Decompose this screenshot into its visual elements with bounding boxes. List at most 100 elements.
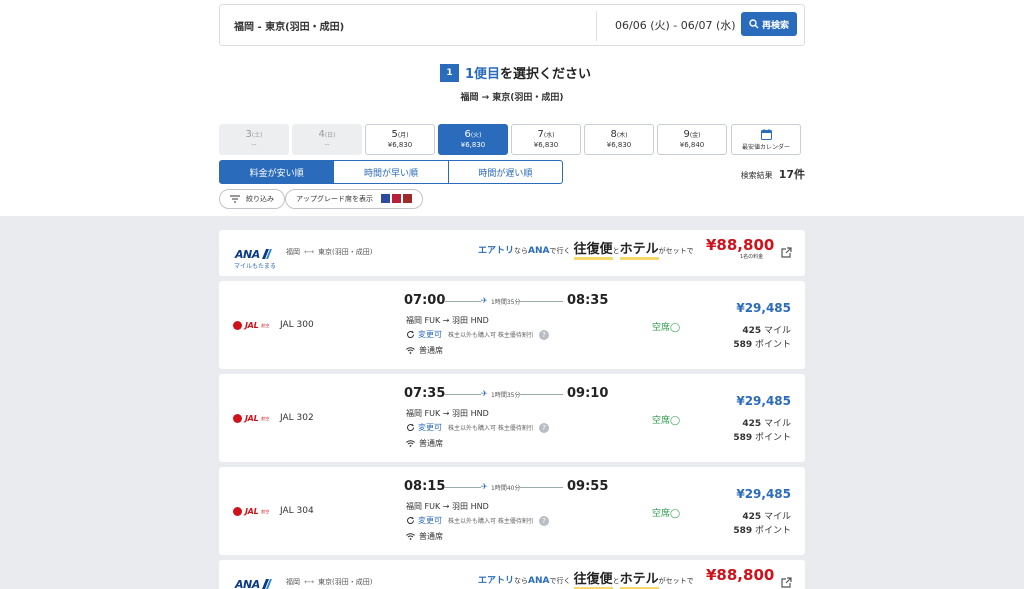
change-info: 変更可 株主以外も購入可 株主優待割引? <box>406 422 549 433</box>
sort-earliest-tab[interactable]: 時間が早い順 <box>334 160 449 184</box>
change-allowed-label: 変更可 <box>418 423 442 432</box>
date-tab-5[interactable]: 5(月) ¥6,830 <box>365 124 435 155</box>
refresh-icon <box>407 516 415 524</box>
promo-price: ¥88,800 <box>706 236 775 254</box>
step-route: 福岡 → 東京(羽田・成田) <box>460 93 564 103</box>
help-icon[interactable]: ? <box>538 515 549 526</box>
arrival-time: 09:10 <box>567 386 609 401</box>
search-route[interactable]: 福岡 - 東京(羽田・成田) <box>234 18 344 33</box>
flight-duration: 1時間35分 <box>491 299 521 306</box>
departure-time: 08:15 <box>404 479 446 494</box>
search-dates[interactable]: 06/06 (火) - 06/07 (水) <box>615 17 736 33</box>
wifi-icon <box>406 440 415 447</box>
flight-number: JAL 302 <box>280 413 314 423</box>
first-seat-icon <box>392 193 401 203</box>
miles-link[interactable]: マイルもたまる <box>234 261 276 270</box>
arrival-time: 09:55 <box>567 479 609 494</box>
date-tab-6[interactable]: 6(火) ¥6,830 <box>438 124 508 155</box>
date-tab-day: 4(日) <box>318 129 336 140</box>
date-tab-price: ¥6,830 <box>387 141 413 149</box>
fare-price[interactable]: ¥29,485 <box>736 487 791 501</box>
flight-card[interactable]: JAL 航空 JAL 304 08:15 ✈ 1時間40分 09:55 福岡 FUK → 羽田… <box>219 467 805 555</box>
external-link-icon[interactable] <box>781 247 792 258</box>
external-link-icon[interactable] <box>781 577 792 588</box>
airplane-icon: ✈ <box>481 296 488 305</box>
flight-number: JAL 304 <box>280 506 314 516</box>
ana-logo-mark <box>261 578 272 589</box>
result-count-label: 検索結果 <box>740 171 773 180</box>
research-button[interactable]: 再検索 <box>741 12 797 36</box>
promo-route: 福岡 ⟷ 東京(羽田・成田) <box>286 248 373 256</box>
duration-line <box>520 487 563 488</box>
seat-class-label: 普通席 <box>419 532 443 541</box>
filter-label: 絞り込み <box>246 195 274 203</box>
date-tab-9[interactable]: 9(金) ¥6,840 <box>657 124 727 155</box>
research-button-label: 再検索 <box>761 20 789 31</box>
step-badge: 1 <box>440 64 459 82</box>
date-tab-price: ¥6,840 <box>679 141 705 149</box>
change-info: 変更可 株主以外も購入可 株主優待割引? <box>406 329 549 340</box>
seat-class-label: 普通席 <box>419 439 443 448</box>
duration-line <box>445 487 481 488</box>
change-allowed-label: 変更可 <box>418 330 442 339</box>
filter-button[interactable]: 絞り込み <box>219 189 285 209</box>
class-j-seat-icon <box>403 193 412 203</box>
date-tab-day: 3(土) <box>245 129 263 140</box>
change-info: 変更可 株主以外も購入可 株主優待割引? <box>406 515 549 526</box>
seat-class-label: 普通席 <box>419 346 443 355</box>
duration-line <box>445 394 481 395</box>
jal-crane-icon <box>233 321 242 330</box>
points-earned: 589 ポイント <box>733 433 791 443</box>
step-title-number: 1便目 <box>465 67 501 82</box>
ana-logo: ANA <box>235 243 273 261</box>
calendar-label: 最安値カレンダー <box>741 144 790 151</box>
miles-earned: 425 マイル <box>742 419 791 429</box>
flight-duration: 1時間40分 <box>491 485 521 492</box>
duration-line <box>520 394 563 395</box>
sort-tabs: 料金が安い順 時間が早い順 時間が遅い順 <box>219 160 563 184</box>
availability: 空席◯ <box>652 323 681 333</box>
flight-number: JAL 300 <box>280 320 314 330</box>
date-tab-7[interactable]: 7(水) ¥6,830 <box>511 124 581 155</box>
premium-seat-icon <box>381 193 390 203</box>
date-tab-8[interactable]: 8(木) ¥6,830 <box>584 124 654 155</box>
flight-card[interactable]: JAL 航空 JAL 302 07:35 ✈ 1時間35分 09:10 福岡 FUK → 羽田… <box>219 374 805 462</box>
promo-price: ¥88,800 <box>706 566 775 584</box>
jal-logo: JAL 航空 <box>233 321 269 330</box>
fare-price[interactable]: ¥29,485 <box>736 301 791 315</box>
fare-price[interactable]: ¥29,485 <box>736 394 791 408</box>
promo-route: 福岡 ⟷ 東京(羽田・成田) <box>286 578 373 586</box>
airport-route: 福岡 FUK → 羽田 HND <box>406 502 489 511</box>
change-note: 株主以外も購入可 株主優待割引 <box>448 332 534 339</box>
divider <box>596 11 597 41</box>
upgrade-label: アップグレード席を表示 <box>296 195 373 203</box>
sort-latest-tab[interactable]: 時間が遅い順 <box>448 160 563 184</box>
ana-hotel-promo-banner-2[interactable]: ANA 福岡 ⟷ 東京(羽田・成田) エアトリならANAで行く 往復便とホテルがセッ… <box>219 560 805 589</box>
points-earned: 589 ポイント <box>733 526 791 536</box>
jal-crane-icon <box>233 414 242 423</box>
promo-price-note: 1名の料金 <box>740 254 764 260</box>
ana-hotel-promo-banner[interactable]: ANA マイルもたまる 福岡 ⟷ 東京(羽田・成田) エアトリならANAで行く 往復… <box>219 230 805 276</box>
arrival-time: 08:35 <box>567 293 609 308</box>
date-tab-price: ¥6,830 <box>460 141 486 149</box>
wifi-icon <box>406 347 415 354</box>
sort-cheapest-tab[interactable]: 料金が安い順 <box>219 160 335 184</box>
date-tab-day: 8(木) <box>610 129 628 140</box>
ana-logo-mark <box>261 248 272 259</box>
miles-earned: 425 マイル <box>742 512 791 522</box>
flight-card[interactable]: JAL 航空 JAL 300 07:00 ✈ 1時間35分 08:35 福岡 FUK → 羽田… <box>219 281 805 369</box>
seat-class: 普通席 <box>406 438 443 449</box>
cheapest-calendar-button[interactable]: 最安値カレンダー <box>731 124 801 155</box>
help-icon[interactable]: ? <box>538 329 549 340</box>
date-tab-3: 3(土) -- <box>219 124 289 155</box>
date-tab-price: -- <box>251 141 257 149</box>
search-icon <box>749 19 759 29</box>
promo-copy: エアトリならANAで行く 往復便とホテルがセットで <box>478 238 694 260</box>
search-bar[interactable]: 福岡 - 東京(羽田・成田) 06/06 (火) - 06/07 (水) 再検索 <box>219 4 805 46</box>
jal-logo: JAL 航空 <box>233 507 269 516</box>
seat-class-icons <box>379 193 412 205</box>
upgrade-seat-toggle[interactable]: アップグレード席を表示 <box>285 189 423 209</box>
calendar-icon <box>760 129 772 140</box>
flight-duration: 1時間35分 <box>491 392 521 399</box>
help-icon[interactable]: ? <box>538 422 549 433</box>
